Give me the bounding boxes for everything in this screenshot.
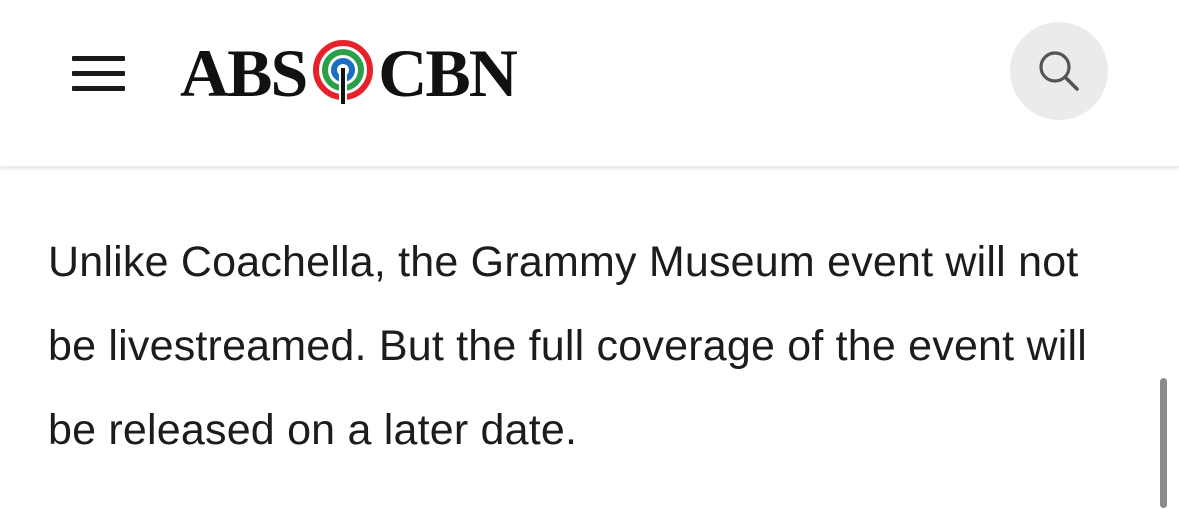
logo-mark-icon (313, 40, 374, 104)
logo-text-right: CBN (378, 35, 518, 111)
scrollbar-thumb[interactable] (1160, 378, 1167, 508)
article-paragraph: Unlike Coachella, the Grammy Museum even… (48, 238, 1087, 454)
menu-bar (72, 71, 125, 76)
menu-bar (72, 86, 125, 91)
article-body: Unlike Coachella, the Grammy Museum even… (48, 220, 1108, 472)
search-button[interactable] (1010, 22, 1108, 120)
hamburger-menu-button[interactable] (68, 54, 128, 94)
logo-text-left: ABS (180, 35, 308, 111)
abs-cbn-logo[interactable]: ABS CBN (180, 35, 518, 111)
search-icon (1039, 51, 1079, 91)
menu-bar (72, 56, 125, 61)
site-header: ABS CBN (0, 0, 1179, 167)
